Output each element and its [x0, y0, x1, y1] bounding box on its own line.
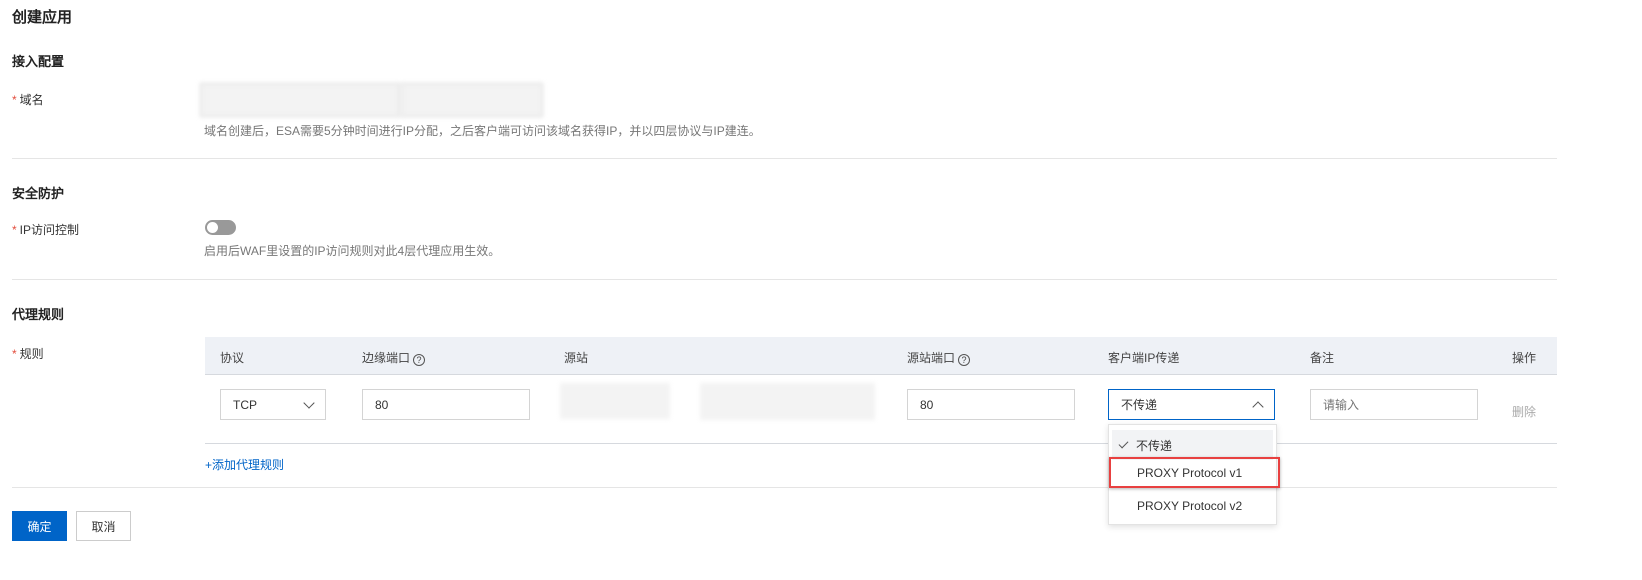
dropdown-option-proxy-v2[interactable]: PROXY Protocol v2	[1109, 491, 1276, 521]
highlight-box	[1109, 457, 1280, 488]
chevron-up-icon	[1252, 401, 1264, 413]
chevron-down-icon	[303, 396, 315, 409]
col-protocol: 协议	[220, 351, 245, 365]
col-action: 操作	[1512, 351, 1537, 365]
ip-control-hint: 启用后WAF里设置的IP访问规则对此4层代理应用生效。	[204, 244, 501, 258]
col-origin-port: 源站端口?	[907, 349, 971, 366]
ip-control-label: * IP访问控制	[12, 223, 80, 237]
cancel-button[interactable]: 取消	[76, 511, 131, 541]
protocol-value: TCP	[233, 397, 257, 412]
col-origin: 源站	[564, 351, 589, 365]
domain-label: * 域名	[12, 93, 44, 107]
client-ip-value: 不传递	[1121, 398, 1158, 412]
protocol-select[interactable]: TCP	[220, 389, 326, 420]
col-remark: 备注	[1310, 351, 1335, 365]
check-icon	[1118, 438, 1129, 449]
rules-label: * 规则	[12, 347, 44, 361]
origin-address-input[interactable]	[700, 383, 875, 420]
domain-prefix-input[interactable]	[200, 83, 400, 117]
col-client-ip: 客户端IP传递	[1108, 351, 1180, 365]
origin-port-input[interactable]: 80	[907, 389, 1075, 420]
origin-type-select[interactable]	[560, 383, 670, 419]
delete-link[interactable]: 删除	[1512, 403, 1536, 420]
edge-port-input[interactable]: 80	[362, 389, 530, 420]
help-icon[interactable]: ?	[413, 354, 426, 366]
section-proxy: 代理规则	[12, 307, 65, 322]
domain-suffix-select[interactable]	[401, 83, 543, 117]
add-rule-link[interactable]: +添加代理规则	[205, 456, 284, 473]
domain-hint: 域名创建后，ESA需要5分钟时间进行IP分配，之后客户端可访问该域名获得IP，并…	[204, 124, 761, 138]
divider	[12, 487, 1557, 488]
client-ip-select[interactable]: 不传递	[1108, 389, 1275, 420]
divider	[12, 158, 1557, 159]
option-label: 不传递	[1136, 438, 1173, 453]
divider	[12, 279, 1557, 280]
remark-input[interactable]	[1310, 389, 1478, 420]
table-bottom-border	[205, 443, 1557, 444]
ip-control-toggle[interactable]	[205, 220, 236, 235]
section-access: 接入配置	[12, 54, 65, 69]
confirm-button[interactable]: 确定	[12, 511, 67, 541]
help-icon[interactable]: ?	[958, 354, 971, 366]
dropdown-option-none[interactable]: 不传递	[1112, 430, 1273, 460]
col-edge-port: 边缘端口?	[362, 349, 426, 366]
page-title: 创建应用	[12, 9, 73, 26]
section-security: 安全防护	[12, 186, 65, 201]
